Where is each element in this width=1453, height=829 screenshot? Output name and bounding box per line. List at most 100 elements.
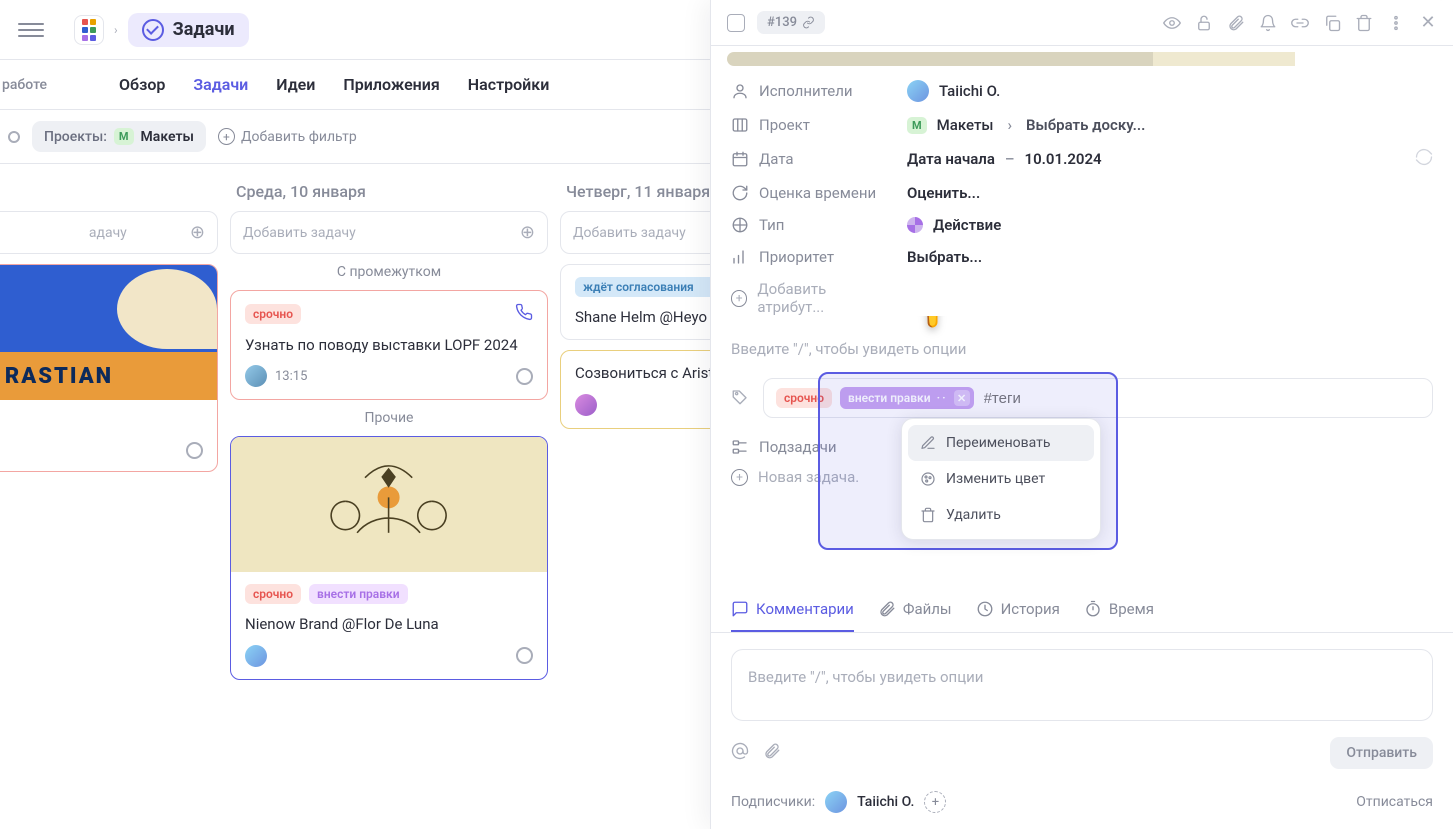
palette-icon (920, 471, 936, 487)
chevron-right-icon: › (1004, 116, 1017, 134)
bars-icon (731, 248, 749, 266)
avatar (575, 394, 597, 416)
task-card[interactable]: срочно Узнать по поводу выставки LOPF 20… (230, 290, 548, 400)
status-circle-icon[interactable] (516, 368, 533, 385)
attr-type[interactable]: Тип Действие (731, 216, 1433, 234)
tags-input-field[interactable]: срочно внести правки ·· ✕ (763, 378, 1433, 418)
paperclip-icon[interactable] (1227, 14, 1245, 32)
task-card[interactable]: RASTIAN у project (0, 264, 218, 472)
lock-icon[interactable] (1195, 14, 1213, 32)
unsubscribe-link[interactable]: Отписаться (1356, 794, 1433, 810)
attr-date[interactable]: Дата Дата начала – 10.01.2024 (731, 148, 1433, 170)
more-icon[interactable] (1387, 14, 1405, 32)
phone-icon (515, 303, 533, 325)
filter-project-chip[interactable]: Проекты: М Макеты (32, 121, 206, 152)
priority-value[interactable]: Выбрать... (907, 248, 982, 266)
bell-icon[interactable] (1259, 14, 1277, 32)
project-badge: М (907, 117, 927, 134)
add-filter-button[interactable]: + Добавить фильтр (218, 128, 357, 145)
tab-overview[interactable]: Обзор (119, 75, 165, 94)
ctab-history[interactable]: История (976, 588, 1060, 632)
mention-icon[interactable] (731, 742, 749, 764)
tag[interactable]: срочно (245, 584, 301, 604)
add-task-button[interactable]: Добавить задачу ⊕ (230, 211, 548, 254)
status-circle-icon[interactable] (516, 647, 533, 664)
page-title: Задачи (173, 19, 235, 40)
remove-tag-icon[interactable]: ✕ (954, 390, 970, 406)
clock-icon (976, 600, 994, 618)
tab-apps[interactable]: Приложения (343, 75, 439, 94)
pointer-hand-icon: 👇 (886, 316, 966, 331)
task-id-text: #139 (767, 15, 797, 30)
editor-placeholder[interactable]: Введите "/", чтобы увидеть опции (731, 340, 1433, 358)
comment-tabs: Комментарии Файлы История Время (711, 588, 1453, 633)
filter-label: Проекты: (44, 129, 107, 145)
menu-delete[interactable]: Удалить (908, 497, 1094, 533)
calendar-icon (731, 150, 749, 168)
tab-settings[interactable]: Настройки (468, 75, 550, 94)
date-end[interactable]: 10.01.2024 (1025, 150, 1102, 168)
trash-icon[interactable] (1355, 14, 1373, 32)
add-attribute-button[interactable]: +Добавить атрибут... (731, 280, 1433, 316)
board-icon (731, 116, 749, 134)
subscribers-label: Подписчики: (731, 794, 815, 810)
tag[interactable]: внести правки (309, 584, 408, 604)
project-name: Макеты (937, 116, 994, 134)
card-title: Узнать по поводу выставки LOPF 2024 (245, 335, 533, 355)
add-task-label: Добавить задачу (573, 225, 686, 241)
section-label: С промежутком (230, 264, 548, 280)
comment-actions: Отправить (711, 737, 1453, 781)
attach-icon[interactable] (763, 742, 781, 764)
board-column: 0 января Добавить задачу адачу ⊕ RASTIAN… (0, 182, 218, 811)
date-start[interactable]: Дата начала (907, 150, 995, 168)
tab-ideas[interactable]: Идеи (276, 75, 315, 94)
attr-estimate[interactable]: Оценка времени Оценить... (731, 184, 1433, 202)
card-title: у project (0, 412, 203, 432)
menu-rename[interactable]: Переименовать (908, 425, 1094, 461)
ctab-time[interactable]: Время (1084, 588, 1154, 632)
link2-icon[interactable] (1291, 14, 1309, 32)
board-column: Среда, 10 января Добавить задачу ⊕ С про… (230, 182, 548, 811)
task-card[interactable]: срочно внести правки Nienow Brand @Flor … (230, 436, 548, 679)
section-label: Прочие (230, 410, 548, 426)
subtasks-icon (731, 438, 749, 456)
add-task-button[interactable]: Добавить задачу адачу ⊕ (0, 211, 218, 254)
chevron-right-icon: › (112, 23, 120, 37)
send-button[interactable]: Отправить (1330, 737, 1433, 769)
board-select[interactable]: Выбрать доску... (1026, 116, 1145, 134)
plus-circle-icon: + (731, 290, 747, 307)
plus-icon: ⊕ (190, 222, 205, 243)
estimate-value[interactable]: Оценить... (907, 184, 980, 202)
copy-icon[interactable] (1323, 14, 1341, 32)
menu-recolor[interactable]: Изменить цвет (908, 461, 1094, 497)
tag-editing[interactable]: внести правки ·· ✕ (840, 387, 974, 409)
avatar (245, 645, 267, 667)
check-circle-icon (142, 19, 164, 41)
menu-toggle-icon[interactable] (18, 17, 44, 43)
avatar (907, 80, 929, 102)
attr-project[interactable]: Проект М Макеты › Выбрать доску... (731, 116, 1433, 134)
card-time: 13:15 (275, 369, 307, 384)
comment-editor[interactable]: Введите "/", чтобы увидеть опции (731, 649, 1433, 721)
eye-icon[interactable] (1163, 14, 1181, 32)
tags-row: срочно внести правки ·· ✕ (731, 378, 1433, 418)
tag[interactable]: срочно (776, 388, 832, 408)
repeat-icon[interactable] (1415, 148, 1433, 170)
add-subscriber-button[interactable]: + (924, 791, 946, 813)
panel-toolbar: #139 ✕ (711, 0, 1453, 46)
chat-icon (731, 600, 749, 618)
panel-layout-icon[interactable] (727, 14, 745, 32)
ctab-files[interactable]: Файлы (878, 588, 952, 632)
workspace-icon[interactable] (74, 15, 104, 45)
task-id-chip[interactable]: #139 (757, 11, 825, 34)
close-icon[interactable]: ✕ (1419, 14, 1437, 32)
tag[interactable]: срочно (245, 304, 301, 324)
attr-assignees[interactable]: Исполнители Taiichi O. (731, 80, 1433, 102)
status-circle-icon[interactable] (186, 442, 203, 459)
breadcrumb-current[interactable]: Задачи (128, 13, 249, 47)
tag-icon (731, 388, 751, 408)
attr-priority[interactable]: Приоритет Выбрать... (731, 248, 1433, 266)
ctab-comments[interactable]: Комментарии (731, 588, 854, 632)
tags-text-input[interactable] (982, 389, 1420, 408)
tab-tasks[interactable]: Задачи (193, 75, 248, 94)
